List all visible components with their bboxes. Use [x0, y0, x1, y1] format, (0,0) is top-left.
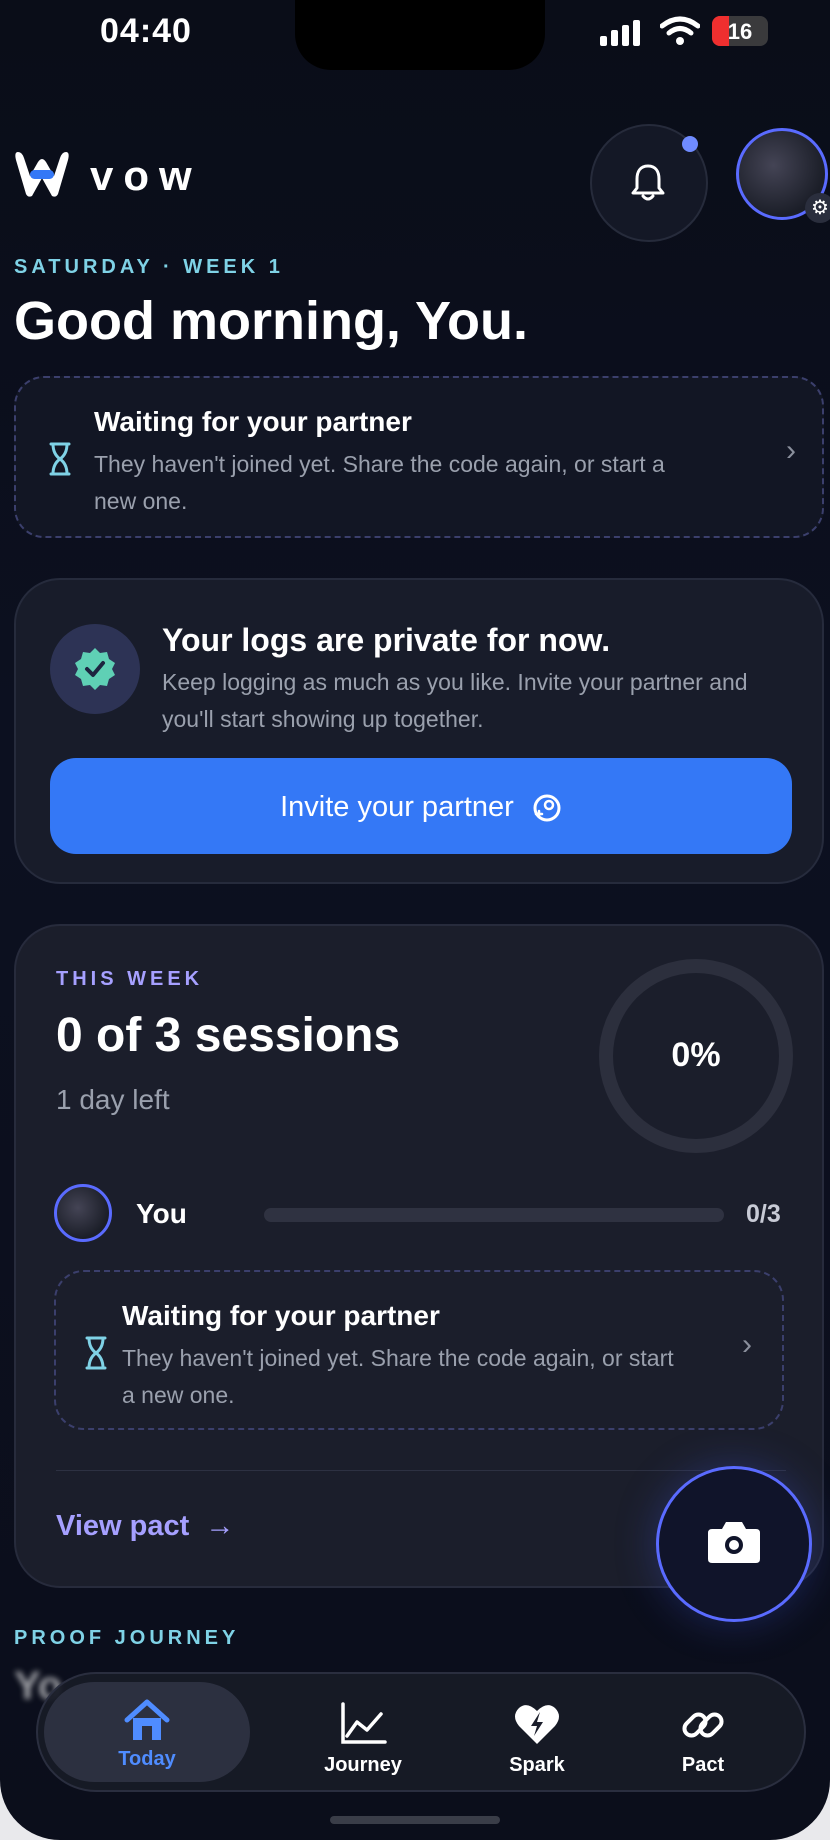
- camera-icon: [708, 1522, 760, 1563]
- chart-icon: [341, 1702, 387, 1744]
- tab-journey[interactable]: Journey: [268, 1674, 458, 1790]
- tab-spark[interactable]: Spark: [442, 1674, 632, 1790]
- link-icon: [682, 1712, 724, 1738]
- battery-level: 16: [727, 19, 753, 44]
- brand-name: vow: [90, 152, 202, 199]
- notifications-button[interactable]: [590, 124, 708, 242]
- bell-icon: [631, 164, 665, 201]
- partner-waiting-notice[interactable]: Waiting for your partner They haven't jo…: [54, 1270, 784, 1430]
- week-eyebrow: THIS WEEK: [56, 968, 204, 990]
- wifi-icon: [660, 16, 700, 45]
- tab-today[interactable]: Today: [44, 1682, 250, 1782]
- progress-percent: 0%: [671, 1036, 721, 1074]
- heart-bolt-icon: [515, 1705, 559, 1744]
- camera-button[interactable]: [656, 1466, 812, 1622]
- tab-label: Journey: [324, 1754, 402, 1776]
- chevron-right-icon: ›: [742, 1328, 752, 1361]
- notification-dot: [682, 136, 698, 152]
- member-name: You: [136, 1198, 187, 1229]
- profile-avatar-button[interactable]: ⚙: [736, 128, 830, 223]
- member-session-count: 0/3: [746, 1200, 781, 1228]
- partner-waiting-banner[interactable]: Waiting for your partner They haven't jo…: [14, 376, 824, 538]
- notice-subtitle: They haven't joined yet. Share the code …: [122, 1345, 674, 1408]
- member-progress-bar: [264, 1208, 724, 1222]
- battery-indicator: 16: [712, 16, 768, 46]
- privacy-subtitle: Keep logging as much as you like. Invite…: [162, 669, 748, 732]
- date-eyebrow: SATURDAY · WEEK 1: [14, 256, 284, 278]
- status-bar: 04:40 16: [0, 0, 830, 70]
- divider: [56, 1470, 786, 1471]
- chevron-right-icon: ›: [786, 434, 796, 467]
- arrow-right-icon: →: [197, 1510, 235, 1542]
- status-time: 04:40: [100, 12, 192, 50]
- privacy-title: Your logs are private for now.: [162, 622, 611, 658]
- avatar: [54, 1184, 112, 1242]
- banner-subtitle: They haven't joined yet. Share the code …: [94, 451, 665, 514]
- add-user-icon: [533, 794, 561, 822]
- banner-title: Waiting for your partner: [94, 406, 412, 437]
- view-pact-link[interactable]: View pact →: [56, 1510, 234, 1543]
- verified-badge-icon: [50, 624, 140, 714]
- hourglass-icon: [49, 442, 71, 476]
- invite-partner-button[interactable]: Invite your partner: [50, 758, 792, 854]
- tab-bar: Today Journey Spark Pact: [36, 1672, 806, 1792]
- home-icon: [124, 1699, 170, 1740]
- hourglass-icon: [85, 1336, 107, 1370]
- proof-journey-eyebrow: PROOF JOURNEY: [14, 1627, 240, 1649]
- view-pact-label: View pact: [56, 1510, 190, 1542]
- app-screen: 04:40 16 vow ⚙ SATURDAY · WEEK 1 Good mo…: [0, 0, 830, 1840]
- days-left: 1 day left: [56, 1084, 170, 1115]
- invite-button-label: Invite your partner: [280, 791, 514, 823]
- tab-label: Today: [118, 1748, 176, 1770]
- dynamic-island: [295, 0, 545, 70]
- home-indicator: [330, 1816, 500, 1824]
- vow-logo-icon: [15, 152, 69, 197]
- signal-icon: [600, 20, 640, 46]
- progress-ring: 0%: [596, 956, 796, 1156]
- page-title: Good morning, You.: [14, 291, 528, 351]
- sessions-count: 0 of 3 sessions: [56, 1009, 401, 1062]
- gear-icon: ⚙: [805, 193, 830, 223]
- notice-title: Waiting for your partner: [122, 1300, 440, 1331]
- privacy-card: Your logs are private for now. Keep logg…: [14, 578, 824, 884]
- tab-label: Spark: [509, 1754, 565, 1776]
- tab-pact[interactable]: Pact: [608, 1674, 798, 1790]
- tab-label: Pact: [681, 1754, 725, 1776]
